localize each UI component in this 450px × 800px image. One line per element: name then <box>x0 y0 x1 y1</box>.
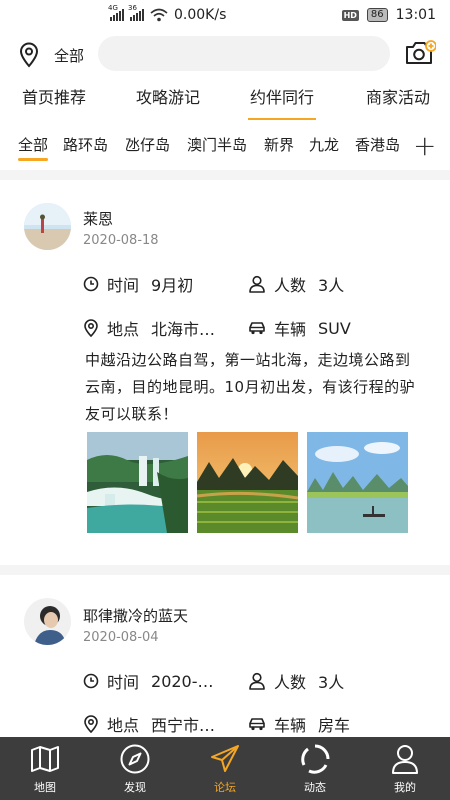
search-input[interactable] <box>98 36 390 71</box>
section-divider <box>0 170 450 180</box>
username[interactable]: 莱恩 <box>83 208 113 229</box>
clock: 13:01 <box>395 7 436 23</box>
hd-badge: HD <box>341 9 359 21</box>
camera-add-icon[interactable] <box>404 39 436 67</box>
vehicle-info: 车辆 房车 <box>248 712 350 736</box>
signal-icon-2: 36 <box>128 4 144 21</box>
tab-home-recommend[interactable]: 首页推荐 <box>22 84 86 108</box>
battery-indicator: 86 <box>366 8 388 22</box>
location-label[interactable]: 全部 <box>54 45 84 66</box>
post-text[interactable]: 中越沿边公路自驾，第一站北海，走边境公路到云南，目的地昆明。10月初出发，有该行… <box>85 347 425 428</box>
refresh-ring-icon <box>301 744 330 774</box>
person-outline-icon <box>249 672 265 690</box>
clock-icon <box>83 673 99 689</box>
location-pin-icon[interactable] <box>18 42 40 68</box>
place-info: 地点 西宁市… <box>83 712 215 736</box>
post-card[interactable]: 耶律撒冷的蓝天 2020-08-04 时间 2020-… 人数 3人 地点 西宁… <box>0 575 450 737</box>
map-icon <box>31 746 59 772</box>
time-info: 时间 2020-… <box>83 669 214 693</box>
people-info: 人数 3人 <box>248 272 344 296</box>
nav-activity[interactable]: 动态 <box>270 737 360 800</box>
location-pin-icon <box>84 319 98 337</box>
net-speed: 0.00K/s <box>174 7 227 23</box>
photo-river-karst[interactable] <box>307 432 408 533</box>
place-info: 地点 北海市… <box>83 316 215 340</box>
photo-sunset-fields[interactable] <box>197 432 298 533</box>
bottom-nav: 地图 发现 论坛 动态 我的 <box>0 737 450 800</box>
paper-plane-icon <box>211 745 239 772</box>
nav-profile[interactable]: 我的 <box>360 737 450 800</box>
compass-icon <box>120 744 150 774</box>
nav-map[interactable]: 地图 <box>0 737 90 800</box>
status-bar: 4G 36 0.00K/s HD 86 13:01 <box>0 0 450 32</box>
photo-waterfall[interactable] <box>87 432 188 533</box>
section-divider <box>0 565 450 575</box>
signal-icon: 4G <box>108 4 124 21</box>
nav-forum[interactable]: 论坛 <box>180 737 270 800</box>
time-info: 时间 9月初 <box>83 272 193 296</box>
region-tab-hk-island[interactable]: 香港岛 <box>355 134 400 155</box>
post-date: 2020-08-18 <box>83 233 159 248</box>
tab-merchant-events[interactable]: 商家活动 <box>366 84 430 108</box>
main-tabs: 首页推荐 攻略游记 约伴同行 商家活动 <box>0 84 450 122</box>
tab-travel-companions[interactable]: 约伴同行 <box>247 84 317 120</box>
vehicle-info: 车辆 SUV <box>248 316 351 340</box>
person-outline-icon <box>249 275 265 293</box>
person-icon <box>392 745 418 774</box>
region-tab-kowloon[interactable]: 九龙 <box>309 134 339 155</box>
people-info: 人数 3人 <box>248 669 344 693</box>
username[interactable]: 耶律撒冷的蓝天 <box>83 605 188 626</box>
avatar[interactable] <box>24 598 71 645</box>
region-tabs: 全部 路环岛 氹仔岛 澳门半岛 新界 九龙 香港岛 + <box>0 129 450 164</box>
avatar[interactable] <box>24 203 71 250</box>
search-row: 全部 <box>0 36 450 72</box>
region-tab-all[interactable]: 全部 <box>18 134 49 161</box>
region-tab-macau-peninsula[interactable]: 澳门半岛 <box>187 134 247 155</box>
car-icon <box>249 718 265 731</box>
post-card[interactable]: 莱恩 2020-08-18 时间 9月初 人数 3人 地点 北海市… 车辆 SU… <box>0 180 450 565</box>
location-pin-icon <box>84 715 98 733</box>
wifi-icon <box>150 8 168 22</box>
tab-guides[interactable]: 攻略游记 <box>136 84 200 108</box>
clock-icon <box>83 276 99 292</box>
region-tab-new-territories[interactable]: 新界 <box>264 134 294 155</box>
post-date: 2020-08-04 <box>83 630 159 645</box>
nav-discover[interactable]: 发现 <box>90 737 180 800</box>
car-icon <box>249 322 265 335</box>
region-tab-coloane[interactable]: 路环岛 <box>63 134 108 155</box>
add-region-icon[interactable]: + <box>413 129 436 162</box>
region-tab-taipa[interactable]: 氹仔岛 <box>125 134 170 155</box>
